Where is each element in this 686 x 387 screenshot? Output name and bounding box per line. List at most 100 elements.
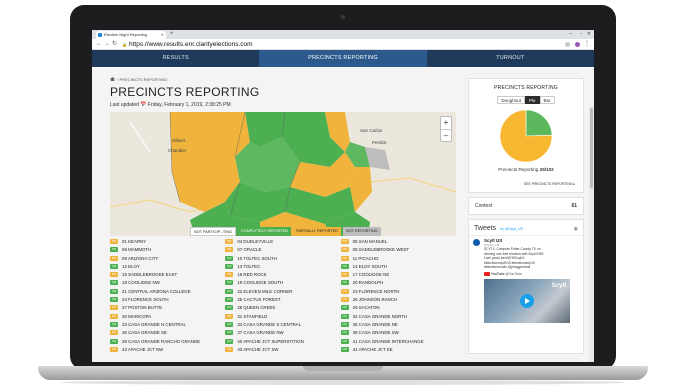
- precinct-item[interactable]: CR 10 TOLTEC SOUTH: [225, 255, 340, 263]
- precinct-map[interactable]: Gilbert Chandler San Carlos Peridot + – …: [110, 112, 456, 236]
- contest-row[interactable]: Contest 61: [468, 197, 584, 215]
- home-icon[interactable]: [110, 77, 115, 81]
- precinct-item[interactable]: CR 29 SACATON: [340, 304, 456, 312]
- page-content: › PRECINCTS REPORTING PRECINCTS REPORTIN…: [92, 68, 594, 362]
- precinct-item[interactable]: PR 07 ORACLE: [225, 246, 340, 254]
- precinct-item[interactable]: PR 42 APACHE JCT NW: [110, 346, 225, 354]
- precinct-name: 15 SADDLEBROOKE EAST: [122, 272, 178, 278]
- precinct-status-badge: CR: [110, 321, 118, 327]
- precinct-item[interactable]: PR 08 SADDLEBROOKE WEST: [340, 246, 456, 254]
- precinct-item[interactable]: CR 40 APACHE JCT SUPERSTITION: [225, 338, 340, 346]
- tweets-by[interactable]: by @Scytl_US: [500, 227, 523, 231]
- extension-icon[interactable]: [575, 42, 580, 47]
- menu-icon[interactable]: ⋮: [584, 39, 590, 50]
- forward-icon[interactable]: →: [104, 39, 110, 50]
- precinct-item[interactable]: PR 43 APACHE JCT SW: [225, 346, 340, 354]
- precinct-status-badge: CR: [225, 288, 234, 294]
- avatar[interactable]: [473, 239, 480, 246]
- precinct-item[interactable]: CR 33 CASA GRANDE N CENTRAL: [110, 321, 225, 329]
- browser-tab-bar: Election Night Reporting ✕ + – ▫ ✕: [92, 30, 594, 39]
- precinct-row: PR 01 KEARNY PR 04 DUDLEYVILLE PR 05 SAN MANU…: [110, 238, 456, 246]
- precinct-item[interactable]: CR 24 FLORENCE SOUTH: [110, 296, 225, 304]
- minimize-icon[interactable]: –: [569, 30, 572, 39]
- precinct-item[interactable]: CR 19 COOLIDGE SOUTH: [225, 279, 340, 287]
- precinct-item[interactable]: CR 32 CASA GRANDE NORTH: [340, 313, 456, 321]
- browser-tab[interactable]: Election Night Reporting ✕: [96, 31, 166, 39]
- youtube-label: YouTube: [490, 271, 505, 276]
- see-precincts-link[interactable]: SEE PRECINCTS REPORTING ▸: [469, 182, 583, 186]
- precinct-item[interactable]: PR 27 POSTON BUTTE: [110, 304, 225, 312]
- precinct-name: 01 KEARNY: [122, 239, 147, 244]
- twitter-icon[interactable]: ◉: [574, 226, 578, 232]
- precinct-item[interactable]: PR 04 DUDLEYVILLE: [225, 238, 340, 246]
- precinct-item[interactable]: CR 35 CASA GRANDE NE: [340, 321, 456, 329]
- precinct-item[interactable]: PR 23 FLORENCE NORTH: [340, 288, 456, 296]
- scrollbar-thumb[interactable]: [590, 108, 593, 188]
- precinct-item[interactable]: CR 14 ELOY SOUTH: [340, 263, 456, 271]
- precinct-item[interactable]: CR 12 ELOY: [110, 263, 225, 271]
- precinct-item[interactable]: PR 30 MARICOPA: [110, 313, 225, 321]
- precinct-item[interactable]: PR 16 RED ROCK: [225, 271, 340, 279]
- tab-results[interactable]: RESULTS: [92, 50, 259, 67]
- zoom-in-icon[interactable]: +: [441, 117, 451, 129]
- precinct-item[interactable]: PR 11 PICACHO: [340, 255, 456, 263]
- precinct-item[interactable]: PR 05 SAN MANUEL: [340, 238, 456, 246]
- reload-icon[interactable]: ↻: [112, 39, 117, 50]
- map-legend: NOT PARTICIP...TING COMPLETELY REPORTED …: [190, 227, 381, 236]
- tweets-header: Tweets by @Scytl_US ◉: [469, 220, 583, 235]
- precinct-item[interactable]: CR 37 CASA GRANDE NW: [225, 329, 340, 337]
- tab-turnout[interactable]: TURNOUT: [427, 50, 594, 67]
- precinct-status-badge: CR: [225, 255, 234, 261]
- precinct-item[interactable]: PR 15 SADDLEBROOKE EAST: [110, 271, 225, 279]
- maximize-icon[interactable]: ▫: [580, 30, 582, 39]
- precinct-item[interactable]: CR 39 CASA GRANDE RANCHO GRANDE: [110, 338, 225, 346]
- video-thumbnail[interactable]: Scytl: [484, 278, 570, 323]
- star-icon[interactable]: [565, 42, 570, 47]
- precinct-name: 21 CENTRAL ARIZONA COLLEGE: [122, 288, 191, 294]
- play-icon[interactable]: [520, 293, 534, 308]
- precinct-item[interactable]: PR 01 KEARNY: [110, 238, 225, 246]
- back-icon[interactable]: ←: [96, 39, 102, 50]
- precinct-status-badge: PR: [110, 255, 118, 261]
- youtube-source[interactable]: YouTube @YouTube: [474, 271, 578, 276]
- precinct-item[interactable]: CR 41 CASA GRANDE INTERCHANGE: [340, 338, 456, 346]
- precinct-item[interactable]: CR 22 ELEVEN MILE CORNER: [225, 288, 340, 296]
- precinct-item[interactable]: PR 36 CASA GRANDE SE: [110, 329, 225, 337]
- precinct-row: CR 39 CASA GRANDE RANCHO GRANDE CR 40 APACH…: [110, 338, 456, 346]
- close-icon[interactable]: ✕: [161, 31, 164, 39]
- precinct-status-badge: CR: [225, 321, 234, 327]
- legend-completely-reported: COMPLETELY REPORTED: [237, 227, 292, 236]
- precinct-item[interactable]: CR 25 CACTUS FOREST: [225, 296, 340, 304]
- precinct-item[interactable]: CR 38 CASA GRANDE SW: [340, 329, 456, 337]
- close-window-icon[interactable]: ✕: [587, 30, 591, 39]
- precinct-item[interactable]: CR 13 TOLTEC: [225, 263, 340, 271]
- precinct-item[interactable]: CR 18 COOLIDGE NW: [110, 279, 225, 287]
- laptop-screen: Election Night Reporting ✕ + – ▫ ✕ ← → ↻…: [92, 30, 594, 362]
- precinct-item[interactable]: CR 28 QUEEN CREEK: [225, 304, 340, 312]
- precinct-name: 08 SADDLEBROOKE WEST: [352, 247, 410, 253]
- pie-chart[interactable]: [498, 108, 554, 164]
- precinct-item[interactable]: CR 06 MAMMOTH: [110, 246, 225, 254]
- precinct-item[interactable]: PR 31 STANFIELD: [225, 313, 340, 321]
- precinct-item[interactable]: PR 17 COOLIDGE NE: [340, 271, 456, 279]
- tweet-text-line[interactable]: #electionresults @pheggenlund: [474, 265, 578, 270]
- toggle-doughnut[interactable]: Doughnut: [497, 96, 525, 104]
- precinct-item[interactable]: CR 21 CENTRAL ARIZONA COLLEGE: [110, 288, 225, 296]
- map-place-label: Peridot: [372, 140, 387, 145]
- tab-precincts-reporting[interactable]: PRECINCTS REPORTING: [259, 50, 427, 67]
- url-field[interactable]: 🔒 https://www.results.enr.clarityelection…: [122, 40, 253, 49]
- precinct-item[interactable]: PR 26 JOHNSON RANCH: [340, 296, 456, 304]
- precinct-item[interactable]: PR 09 ARIZONA CITY: [110, 255, 225, 263]
- precinct-item[interactable]: CR 20 RANDOLPH: [340, 279, 456, 287]
- pie-slice-reporting[interactable]: [525, 109, 553, 137]
- favicon-icon: [98, 33, 102, 37]
- precinct-status-badge: CR: [340, 321, 349, 327]
- new-tab-icon[interactable]: +: [170, 30, 174, 39]
- precinct-name: 37 CASA GRANDE NW: [237, 330, 284, 336]
- zoom-out-icon[interactable]: –: [441, 129, 451, 141]
- precinct-item[interactable]: CR 34 CASA GRANDE S CENTRAL: [225, 321, 340, 329]
- browser-tab-title: Election Night Reporting: [104, 32, 148, 37]
- toggle-pie[interactable]: Pie: [525, 96, 540, 104]
- precinct-item[interactable]: CR 44 APACHE JCT SE: [340, 346, 456, 354]
- toggle-bar[interactable]: Bar: [539, 96, 555, 104]
